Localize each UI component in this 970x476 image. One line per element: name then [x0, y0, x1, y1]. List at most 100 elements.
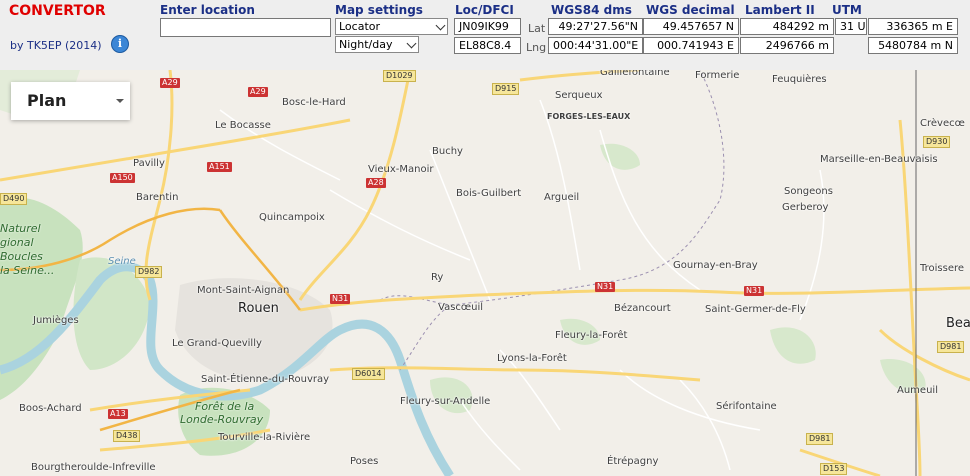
- place-label: Le Grand-Quevilly: [172, 338, 262, 349]
- utm-northing-field[interactable]: 5480784 m N: [868, 37, 958, 54]
- place-label: Sérifontaine: [716, 401, 777, 412]
- road-shield: A28: [366, 178, 386, 188]
- place-label: Bézancourt: [614, 303, 671, 314]
- road-shield: D915: [492, 83, 520, 95]
- place-label: Saint-Germer-de-Fly: [705, 304, 806, 315]
- map-mode-value: Locator: [339, 20, 381, 33]
- place-label: Fleury-sur-Andelle: [400, 396, 491, 407]
- place-label: Gerberoy: [782, 202, 829, 213]
- place-label: Argueil: [544, 192, 580, 203]
- road-shield: D1029: [383, 70, 416, 82]
- utm-label: UTM: [832, 3, 862, 17]
- map-type-dropdown[interactable]: Plan: [11, 82, 130, 120]
- place-label: Aumeuil: [897, 385, 938, 396]
- place-label: Boos-Achard: [19, 403, 82, 414]
- place-label: Lyons-la-Forêt: [497, 353, 567, 364]
- city-label: Bea: [946, 316, 970, 331]
- city-label: Rouen: [238, 301, 279, 316]
- place-label: Bois-Guilbert: [456, 188, 522, 199]
- place-label: Troissere: [920, 263, 965, 274]
- wgs-decimal-lat-field[interactable]: 49.457657 N: [643, 18, 739, 35]
- place-label: Poses: [350, 456, 379, 467]
- road-shield: N31: [744, 286, 765, 296]
- road-shield: A151: [207, 162, 232, 172]
- place-label: Gaillefontaine: [600, 70, 670, 78]
- place-label: Serqueux: [555, 90, 603, 101]
- wgs-decimal-label: WGS decimal: [646, 3, 735, 17]
- place-label: Songeons: [784, 186, 833, 197]
- place-label: Jumièges: [33, 315, 79, 326]
- info-icon[interactable]: i: [111, 35, 129, 53]
- forest-label: Forêt de la: [195, 400, 255, 413]
- place-label: Pavilly: [133, 158, 165, 169]
- place-label: Marseille-en-Beauvaisis: [820, 154, 938, 165]
- utm-zone-field[interactable]: 31 U: [835, 18, 867, 35]
- road-shield: A29: [248, 87, 268, 97]
- place-label: FORGES-LES-EAUX: [547, 112, 631, 121]
- road-shield: D981: [806, 433, 834, 445]
- road-shield: A150: [110, 173, 135, 183]
- place-label: Vieux-Manoir: [368, 164, 434, 175]
- lambert-y-field[interactable]: 2496766 m: [740, 37, 834, 54]
- forest-label: Londe-Rouvray: [180, 413, 264, 426]
- location-label: Enter location: [160, 3, 255, 17]
- author-credit: by TK5EP (2014): [10, 39, 102, 52]
- location-input[interactable]: [160, 18, 331, 37]
- place-label: Saint-Étienne-du-Rouvray: [201, 374, 330, 385]
- wgs84-dms-label: WGS84 dms: [551, 3, 632, 17]
- wgs84-dms-lat-field[interactable]: 49:27'27.56"N: [548, 18, 643, 35]
- map-view[interactable]: Bosc-le-Hard Le Bocasse Pavilly Barentin…: [0, 70, 970, 476]
- road-shield: A13: [108, 409, 128, 419]
- river-label: Seine: [108, 256, 136, 267]
- locator-lng-field[interactable]: EL88C8.4: [454, 37, 521, 54]
- park-label: Boucles: [0, 250, 43, 263]
- park-label: la Seine...: [0, 264, 55, 277]
- place-label: Gournay-en-Bray: [673, 260, 758, 271]
- top-toolbar: CONVERTOR by TK5EP (2014) i Enter locati…: [0, 0, 970, 70]
- map-mode-select[interactable]: Locator: [335, 18, 448, 35]
- wgs-decimal-lng-field[interactable]: 000.741943 E: [643, 37, 739, 54]
- place-label: Le Bocasse: [215, 120, 271, 131]
- road-shield: D981: [937, 341, 965, 353]
- lambert-x-field[interactable]: 484292 m: [740, 18, 834, 35]
- map-settings-label: Map settings: [335, 3, 423, 17]
- place-label: Vascœuil: [438, 302, 484, 313]
- theme-select[interactable]: Night/day: [335, 36, 419, 53]
- place-label: Fleury-la-Forêt: [555, 330, 628, 341]
- place-label: Quincampoix: [259, 212, 325, 223]
- place-label: Crèvecœ: [920, 118, 965, 129]
- place-label: Buchy: [432, 146, 463, 157]
- locator-lat-field[interactable]: JN09IK99: [454, 18, 521, 35]
- place-label: Feuquières: [772, 74, 827, 85]
- road-shield: D153: [820, 463, 848, 475]
- road-shield: A29: [160, 78, 180, 88]
- lng-label: Lng: [526, 41, 547, 54]
- place-label: Barentin: [136, 192, 179, 203]
- place-label: Tourville-la-Rivière: [218, 432, 311, 443]
- place-label: Mont-Saint-Aignan: [197, 285, 290, 296]
- loc-dfci-label: Loc/DFCI: [455, 3, 514, 17]
- road-shield: D490: [0, 193, 28, 205]
- road-shield: N31: [330, 294, 351, 304]
- park-label: gional: [0, 236, 34, 249]
- wgs84-dms-lng-field[interactable]: 000:44'31.00"E: [548, 37, 643, 54]
- road-shield: D982: [135, 266, 163, 278]
- park-label: Naturel: [0, 222, 41, 235]
- chevron-down-icon: [435, 20, 446, 31]
- place-label: Bosc-le-Hard: [282, 97, 346, 108]
- place-label: Ry: [431, 272, 444, 283]
- lat-label: Lat: [528, 22, 546, 35]
- utm-easting-field[interactable]: 336365 m E: [868, 18, 958, 35]
- dropdown-arrow-icon: [116, 99, 124, 103]
- road-shield: D438: [113, 430, 141, 442]
- app-title: CONVERTOR: [9, 3, 106, 19]
- place-label: Étrépagny: [607, 456, 659, 467]
- map-type-label: Plan: [27, 91, 67, 110]
- lambert-label: Lambert II: [745, 3, 815, 17]
- theme-value: Night/day: [339, 38, 393, 51]
- chevron-down-icon: [406, 38, 417, 49]
- road-shield: D930: [923, 136, 951, 148]
- road-shield: D6014: [352, 368, 385, 380]
- road-shield: N31: [595, 282, 616, 292]
- place-label: Formerie: [695, 70, 740, 81]
